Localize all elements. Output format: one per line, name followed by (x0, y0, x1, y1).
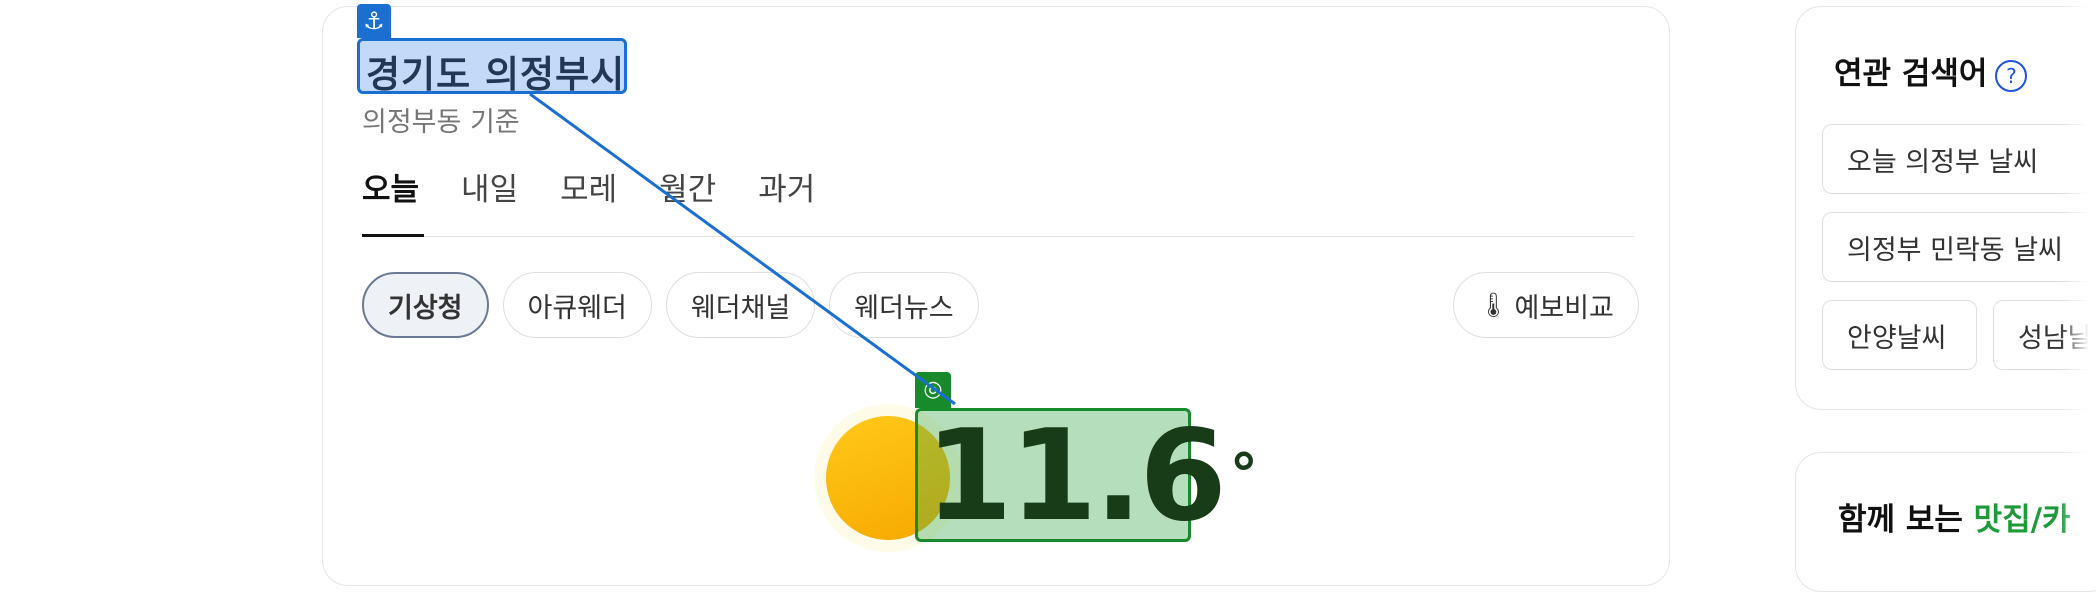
related-search-title: 연관 검색어? (1834, 48, 2028, 93)
annotation-connector-line (529, 92, 956, 406)
together-title: 함께 보는 맛집/카 (1838, 494, 2071, 539)
help-icon[interactable]: ? (1995, 59, 2028, 92)
related-chip-2[interactable]: 의정부 민락동 날씨 (1822, 212, 2096, 282)
right-edge-fade (2060, 0, 2096, 558)
related-chip-3[interactable]: 안양날씨 (1822, 300, 1977, 370)
together-highlight[interactable]: 맛집/카 (1974, 502, 2071, 538)
together-prefix: 함께 보는 (1838, 502, 1974, 538)
related-search-title-text: 연관 검색어 (1834, 56, 1988, 92)
related-chip-1[interactable]: 오늘 의정부 날씨 (1822, 124, 2092, 194)
